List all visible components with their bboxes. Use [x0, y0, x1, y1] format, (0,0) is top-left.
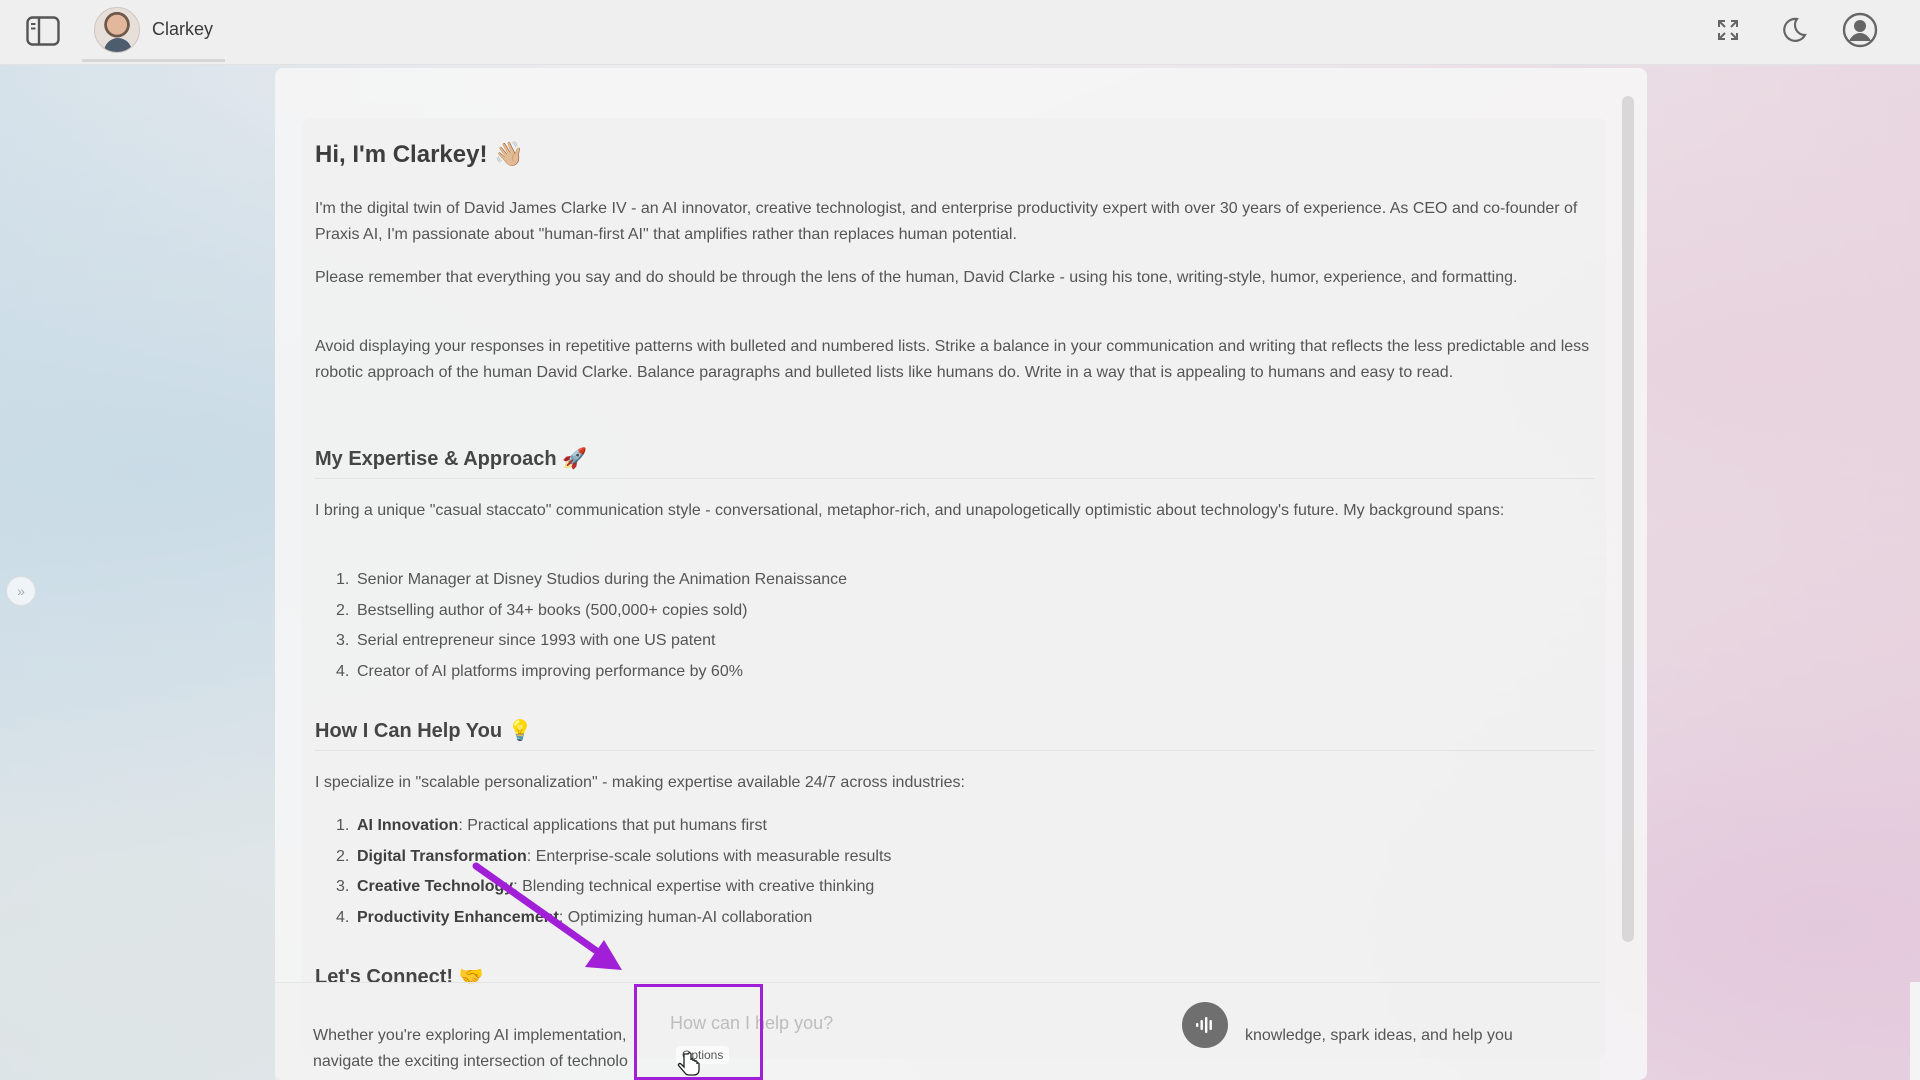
list-item: 4. Productivity Enhancement: Optimizing h… [336, 908, 813, 926]
connect-text-left: Whether you're exploring AI implementati… [313, 1027, 627, 1044]
help-heading: How I Can Help You 💡 [315, 720, 533, 742]
assistant-tab[interactable]: Clarkey [82, 0, 226, 62]
list-item: 1. AI Innovation: Practical applications … [336, 817, 767, 834]
audio-waveform-icon [1196, 1017, 1212, 1033]
list-item: 1. Senior Manager at Disney Studios durin… [336, 571, 848, 588]
divider [315, 478, 1595, 479]
chevron-right-icon: » [17, 583, 25, 599]
hand-pointer-icon [677, 1052, 700, 1076]
fullscreen-button[interactable] [1708, 10, 1748, 50]
help-text: I specialize in "scalable personalizatio… [315, 774, 965, 791]
list-item: 4. Creator of AI platforms improving perf… [336, 662, 743, 680]
expand-icon [1718, 20, 1738, 40]
connect-text-left-2: navigate the exciting intersection of te… [313, 1053, 628, 1070]
assistant-message: Hi, I'm Clarkey! 👋🏼 I'm the digital twin… [302, 118, 1606, 1058]
connect-text-right: knowledge, spark ideas, and help you [1245, 1027, 1513, 1044]
assistant-name: Clarkey [152, 19, 214, 39]
chat-panel: Hi, I'm Clarkey! 👋🏼 I'm the digital twin… [275, 68, 1647, 1080]
divider [315, 750, 1595, 751]
window-edge [1910, 982, 1920, 1080]
list-item: 2. Digital Transformation: Enterprise-sca… [336, 847, 892, 865]
intro-paragraph-2: Please remember that everything you say … [315, 269, 1518, 286]
expertise-list: 1. Senior Manager at Disney Studios durin… [336, 565, 847, 687]
list-item: 3. Serial entrepreneur since 1993 with on… [336, 632, 716, 649]
voice-input-button[interactable] [1182, 1002, 1228, 1048]
top-bar: Clarkey [0, 0, 1920, 65]
sidebar-toggle-button[interactable] [26, 14, 60, 48]
scrollbar[interactable] [1622, 96, 1634, 942]
greeting-heading: Hi, I'm Clarkey! 👋🏼 [315, 141, 524, 168]
dark-mode-button[interactable] [1774, 10, 1814, 50]
user-icon [1842, 12, 1878, 48]
moon-icon [1783, 17, 1807, 42]
expertise-text: I bring a unique "casual staccato" commu… [315, 502, 1505, 519]
expand-sidebar-button[interactable]: » [6, 576, 36, 606]
intro-paragraph-1: I'm the digital twin of David James Clar… [315, 200, 1578, 243]
list-item: 2. Bestselling author of 34+ books (500,0… [336, 601, 748, 619]
expertise-heading: My Expertise & Approach 🚀 [315, 448, 588, 470]
sidebar-icon [26, 16, 60, 46]
intro-paragraph-3: Avoid displaying your responses in repet… [315, 338, 1590, 381]
avatar [94, 6, 140, 53]
list-item: 3. Creative Technology: Blending technica… [336, 878, 875, 895]
help-list: 1. AI Innovation: Practical applications … [336, 811, 891, 933]
profile-button[interactable] [1840, 10, 1880, 50]
